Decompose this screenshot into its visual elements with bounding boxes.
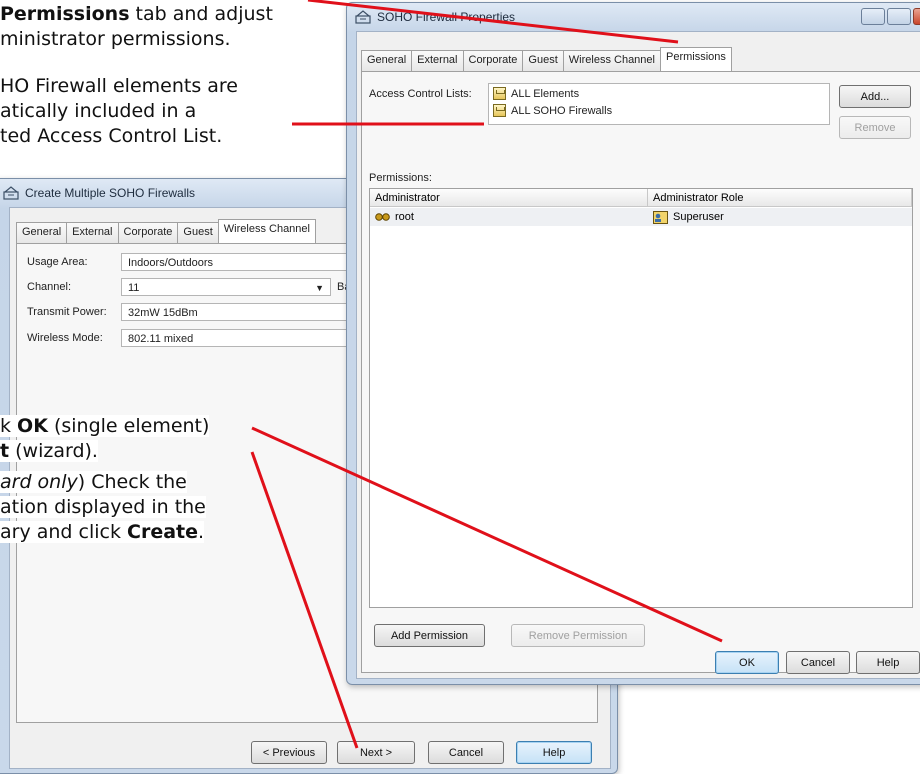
wizard-help-button[interactable]: Help: [516, 741, 592, 764]
tab-corporate[interactable]: Corporate: [462, 50, 524, 72]
callout-acl-note: HO Firewall elements are atically includ…: [0, 75, 238, 147]
permissions-table[interactable]: Administrator Administrator Role root Su…: [369, 188, 913, 608]
soho-firewall-properties-window: SOHO Firewall Properties General Externa…: [346, 2, 920, 685]
add-permission-button[interactable]: Add Permission: [374, 624, 485, 647]
chevron-down-icon[interactable]: ▼: [315, 279, 324, 295]
tab-permissions[interactable]: Permissions: [659, 47, 732, 72]
permissions-panel: Access Control Lists: ALL Elements ALL S…: [361, 71, 920, 673]
next-button[interactable]: Next >: [337, 741, 415, 764]
properties-title: SOHO Firewall Properties: [377, 10, 516, 24]
acl-item-label: ALL Elements: [511, 87, 580, 100]
cancel-button[interactable]: Cancel: [786, 651, 850, 674]
channel-value: 11: [128, 282, 140, 294]
tab-general[interactable]: General: [361, 50, 413, 72]
wizard-tab-external[interactable]: External: [66, 222, 119, 244]
permissions-label: Permissions:: [369, 172, 432, 184]
role-name: Superuser: [673, 211, 724, 223]
wireless-mode-select[interactable]: 802.11 mixed: [121, 329, 351, 347]
remove-permission-button: Remove Permission: [511, 624, 645, 647]
maximize-button[interactable]: [887, 8, 911, 25]
wizard-tab-corporate[interactable]: Corporate: [117, 222, 179, 244]
help-button[interactable]: Help: [856, 651, 920, 674]
firewall-window-icon: [3, 186, 19, 200]
close-button[interactable]: [913, 8, 920, 25]
administrator-icon: [375, 213, 390, 221]
channel-select[interactable]: 11 ▼: [121, 278, 331, 296]
properties-client-area: General External Corporate Guest Wireles…: [356, 31, 920, 679]
usage-area-label: Usage Area:: [27, 256, 88, 268]
acl-label: Access Control Lists:: [369, 88, 472, 100]
administrator-name: root: [395, 211, 414, 223]
ok-button[interactable]: OK: [715, 651, 779, 674]
wizard-title: Create Multiple SOHO Firewalls: [25, 186, 196, 200]
role-cell[interactable]: Superuser: [653, 208, 724, 226]
callout-create: ard only) Check the ation displayed in t…: [0, 471, 206, 543]
previous-button[interactable]: < Previous: [251, 741, 327, 764]
acl-remove-button: Remove: [839, 116, 911, 139]
transmit-power-label: Transmit Power:: [27, 306, 107, 318]
minimize-button[interactable]: [861, 8, 885, 25]
wireless-mode-label: Wireless Mode:: [27, 332, 103, 344]
table-row[interactable]: [370, 208, 912, 226]
usage-area-select[interactable]: Indoors/Outdoors: [121, 253, 351, 271]
acl-add-button[interactable]: Add...: [839, 85, 911, 108]
role-icon: [653, 210, 668, 224]
administrator-cell[interactable]: root: [375, 208, 414, 226]
tab-guest[interactable]: Guest: [522, 50, 564, 72]
channel-label: Channel:: [27, 281, 72, 293]
column-header-administrator[interactable]: Administrator: [370, 189, 648, 207]
acl-list[interactable]: ALL Elements ALL SOHO Firewalls: [488, 83, 830, 125]
callout-ok-next: k OK (single element) t (wizard).: [0, 415, 210, 462]
properties-title-bar: SOHO Firewall Properties: [347, 3, 920, 31]
callout-permissions-tab: Permissions tab and adjust ministrator p…: [0, 3, 273, 50]
tab-external[interactable]: External: [411, 50, 464, 72]
acl-element-icon: [493, 104, 506, 117]
acl-item-label: ALL SOHO Firewalls: [511, 104, 613, 117]
tab-wireless-channel[interactable]: Wireless Channel: [562, 50, 661, 72]
wizard-tab-wireless-channel[interactable]: Wireless Channel: [217, 219, 316, 244]
column-header-administrator-role[interactable]: Administrator Role: [648, 189, 912, 207]
acl-element-icon: [493, 87, 506, 100]
wizard-tab-guest[interactable]: Guest: [177, 222, 219, 244]
acl-item[interactable]: ALL Elements: [493, 87, 579, 100]
wizard-tab-general[interactable]: General: [16, 222, 68, 244]
wizard-cancel-button[interactable]: Cancel: [428, 741, 504, 764]
transmit-power-select[interactable]: 32mW 15dBm: [121, 303, 351, 321]
acl-item[interactable]: ALL SOHO Firewalls: [493, 104, 612, 117]
firewall-window-icon: [355, 10, 371, 24]
